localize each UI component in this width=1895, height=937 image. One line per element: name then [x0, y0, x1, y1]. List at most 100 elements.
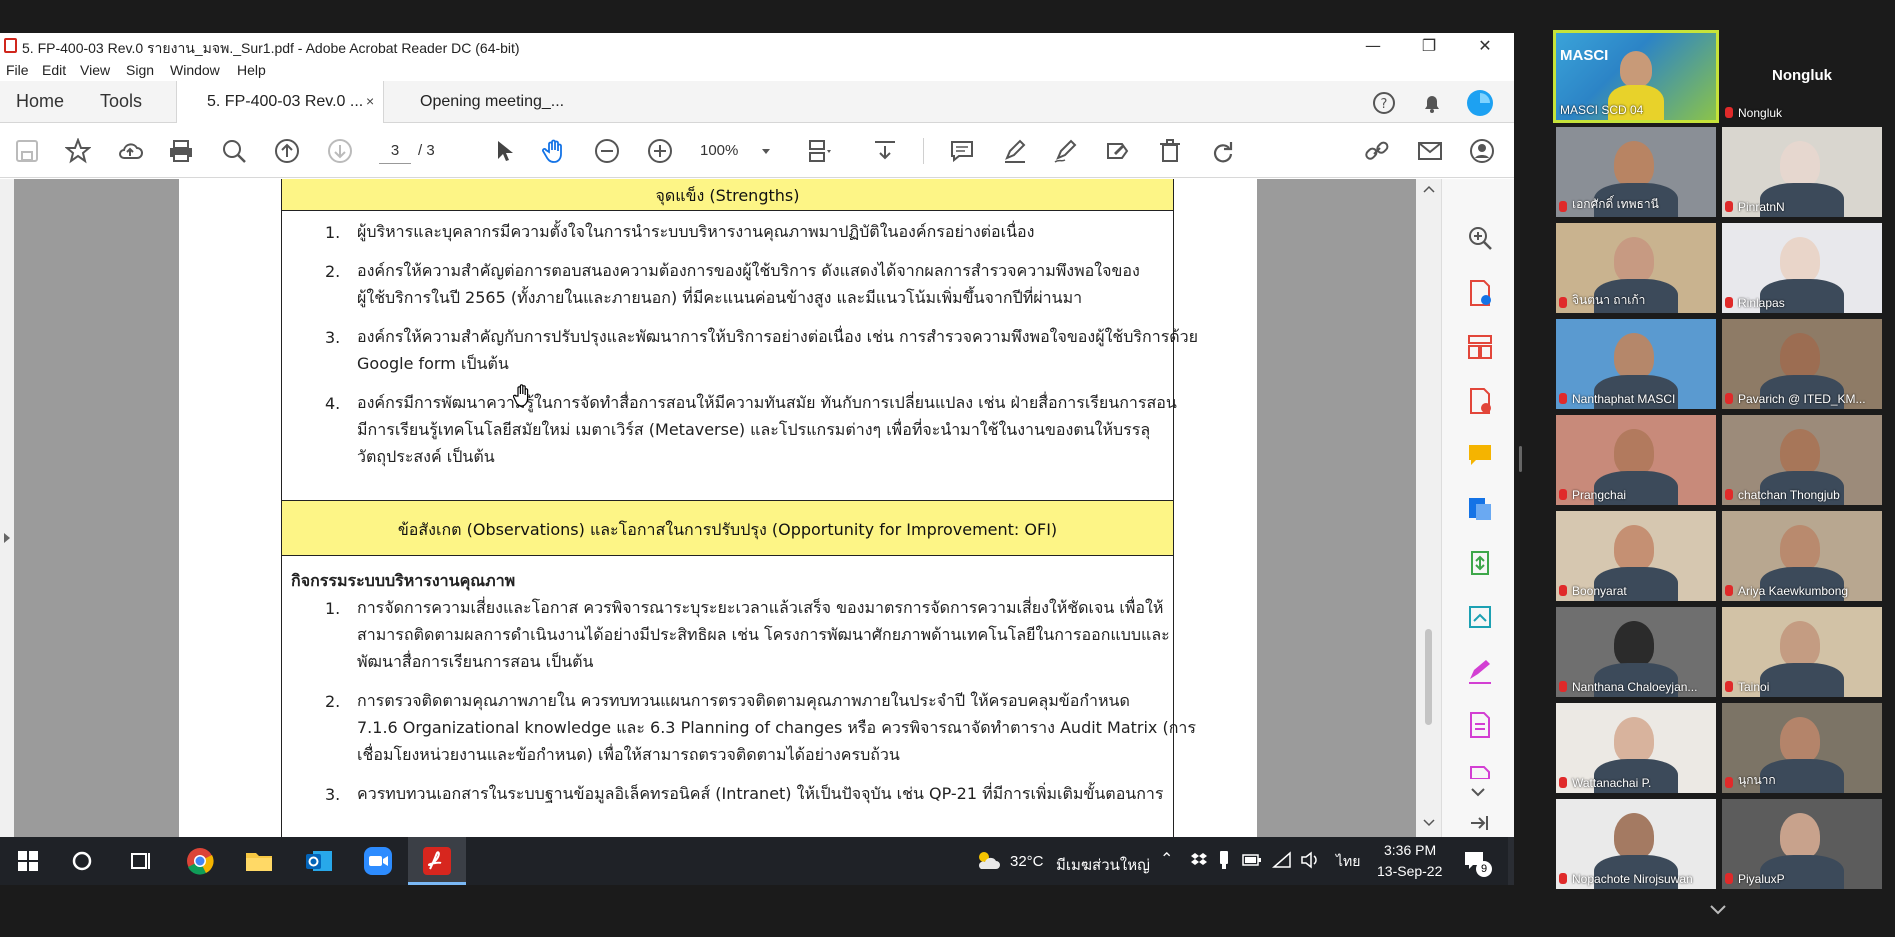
fill-sign-tool-icon[interactable]	[1466, 657, 1494, 685]
left-panel-collapsed[interactable]	[0, 179, 14, 837]
windows-start-icon[interactable]	[12, 845, 44, 877]
menu-sign[interactable]: Sign	[126, 62, 154, 78]
fill-sign-icon[interactable]	[1103, 136, 1133, 166]
participant-tile[interactable]: จินตนา ถาเก้า	[1556, 223, 1716, 313]
share-link-icon[interactable]	[1362, 136, 1392, 166]
participant-tile[interactable]: Pavarich @ ITED_KM...	[1722, 319, 1882, 409]
restore-button[interactable]: ❐	[1406, 35, 1452, 57]
clock-time[interactable]: 3:36 PM	[1384, 842, 1436, 858]
zoom-app-icon[interactable]	[362, 845, 394, 877]
comment-tool-icon[interactable]	[1466, 441, 1494, 469]
zoom-out-icon[interactable]	[592, 136, 622, 166]
more-tools-icon[interactable]	[1466, 765, 1494, 779]
battery-icon[interactable]	[1242, 852, 1262, 868]
search-circle-icon[interactable]	[66, 845, 98, 877]
weather-condition[interactable]: มีเมฆส่วนใหญ่	[1056, 853, 1150, 877]
menu-edit[interactable]: Edit	[42, 62, 66, 78]
tab-document-opening-meeting[interactable]: Opening meeting_...	[400, 81, 600, 123]
speaker-volume-icon[interactable]	[1300, 851, 1320, 869]
clock-date[interactable]: 13-Sep-22	[1377, 863, 1442, 879]
show-hidden-icons-icon[interactable]: ⌃	[1160, 849, 1173, 869]
participant-tile[interactable]: Ariya Kaewkumbong	[1722, 511, 1882, 601]
participant-tile[interactable]: นุกนาก	[1722, 703, 1882, 793]
participant-tile[interactable]: Boonyarat	[1556, 511, 1716, 601]
notification-bell-icon[interactable]	[1420, 91, 1444, 115]
document-viewport[interactable]: จุดแข็ง (Strengths) 1. ผู้บริหารและบุคลาก…	[0, 179, 1441, 837]
organize-pages-icon[interactable]	[1466, 333, 1494, 361]
chevron-down-icon[interactable]	[761, 148, 771, 156]
search-zoom-icon[interactable]	[1466, 224, 1494, 252]
acrobat-reader-icon[interactable]	[421, 845, 453, 877]
expand-left-panel-icon[interactable]	[3, 532, 11, 544]
previous-page-icon[interactable]	[272, 136, 302, 166]
tab-document-active[interactable]: 5. FP-400-03 Rev.0 ...	[176, 81, 384, 123]
task-view-icon[interactable]	[124, 845, 156, 877]
select-cursor-icon[interactable]	[489, 136, 519, 166]
page-number-input[interactable]: 3	[379, 138, 411, 164]
add-user-icon[interactable]	[1467, 136, 1497, 166]
file-explorer-icon[interactable]	[243, 845, 275, 877]
participant-tile-nongluk[interactable]: Nongluk Nongluk	[1722, 30, 1882, 123]
input-language[interactable]: ไทย	[1336, 851, 1360, 873]
create-pdf-icon[interactable]	[1466, 279, 1494, 307]
participant-tile[interactable]: Nanthaphat MASCI	[1556, 319, 1716, 409]
participant-tile[interactable]: Nanthana Chaloeyjan...	[1556, 607, 1716, 697]
panel-split-handle[interactable]	[1519, 446, 1522, 472]
close-button[interactable]: ✕	[1462, 35, 1508, 57]
wifi-icon[interactable]	[1272, 851, 1292, 869]
minimize-button[interactable]: —	[1350, 35, 1396, 57]
chevron-down-icon[interactable]	[1470, 787, 1486, 797]
menu-help[interactable]: Help	[237, 62, 266, 78]
export-pdf-icon[interactable]	[1466, 495, 1494, 523]
scroll-down-icon[interactable]	[1423, 819, 1435, 827]
draw-freehand-icon[interactable]	[1051, 136, 1081, 166]
page-display-icon[interactable]	[804, 136, 834, 166]
participant-tile[interactable]: Tainoi	[1722, 607, 1882, 697]
rotate-redo-icon[interactable]	[1207, 136, 1237, 166]
gallery-next-page-icon[interactable]	[1709, 904, 1727, 916]
scroll-up-icon[interactable]	[1423, 185, 1435, 193]
participant-tile[interactable]: PiyaluxP	[1722, 799, 1882, 889]
next-page-icon[interactable]	[325, 136, 355, 166]
upload-cloud-icon[interactable]	[115, 136, 145, 166]
compress-pdf-icon[interactable]	[1466, 549, 1494, 577]
participant-tile[interactable]: chatchan Thongjub	[1722, 415, 1882, 505]
zoom-level-select[interactable]: 100%	[700, 142, 738, 159]
participant-tile[interactable]: Wattanachai P.	[1556, 703, 1716, 793]
participant-tile[interactable]: Nopachote Nirojsuwan	[1556, 799, 1716, 889]
outlook-icon[interactable]	[303, 845, 335, 877]
account-avatar-icon[interactable]	[1466, 89, 1494, 117]
scrollbar-thumb[interactable]	[1425, 629, 1432, 725]
collapse-pane-icon[interactable]	[1469, 815, 1489, 831]
send-for-review-icon[interactable]	[1466, 603, 1494, 631]
menu-file[interactable]: File	[6, 62, 29, 78]
participant-tile-active-speaker[interactable]: MASCI MASCI SCD 04	[1553, 30, 1719, 123]
delete-trash-icon[interactable]	[1155, 136, 1185, 166]
hand-tool-icon[interactable]	[540, 136, 570, 166]
weather-temperature[interactable]: 32°C	[1010, 853, 1044, 870]
edit-pdf-icon[interactable]	[1466, 711, 1494, 739]
participant-tile[interactable]: Rinlapas	[1722, 223, 1882, 313]
zoom-search-icon[interactable]	[219, 136, 249, 166]
usb-device-icon[interactable]	[1218, 850, 1230, 870]
vertical-scrollbar[interactable]	[1416, 179, 1441, 837]
participant-tile[interactable]: PinratnN	[1722, 127, 1882, 217]
add-pdf-icon[interactable]	[1466, 387, 1494, 415]
tab-tools[interactable]: Tools	[100, 91, 142, 112]
weather-cloud-icon[interactable]	[975, 849, 1001, 871]
scroll-mode-icon[interactable]	[870, 136, 900, 166]
comment-icon[interactable]	[947, 136, 977, 166]
zoom-in-icon[interactable]	[645, 136, 675, 166]
bookmark-star-icon[interactable]	[63, 136, 93, 166]
menu-window[interactable]: Window	[170, 62, 220, 78]
save-icon[interactable]	[12, 136, 42, 166]
tab-close-button[interactable]: ×	[366, 93, 374, 109]
help-icon[interactable]: ?	[1372, 91, 1396, 115]
dropbox-icon[interactable]	[1190, 851, 1208, 869]
email-icon[interactable]	[1415, 136, 1445, 166]
highlight-pen-icon[interactable]	[1000, 136, 1030, 166]
show-desktop-button[interactable]	[1508, 837, 1514, 885]
tab-home[interactable]: Home	[16, 91, 64, 112]
print-icon[interactable]	[166, 136, 196, 166]
chrome-icon[interactable]	[184, 845, 216, 877]
